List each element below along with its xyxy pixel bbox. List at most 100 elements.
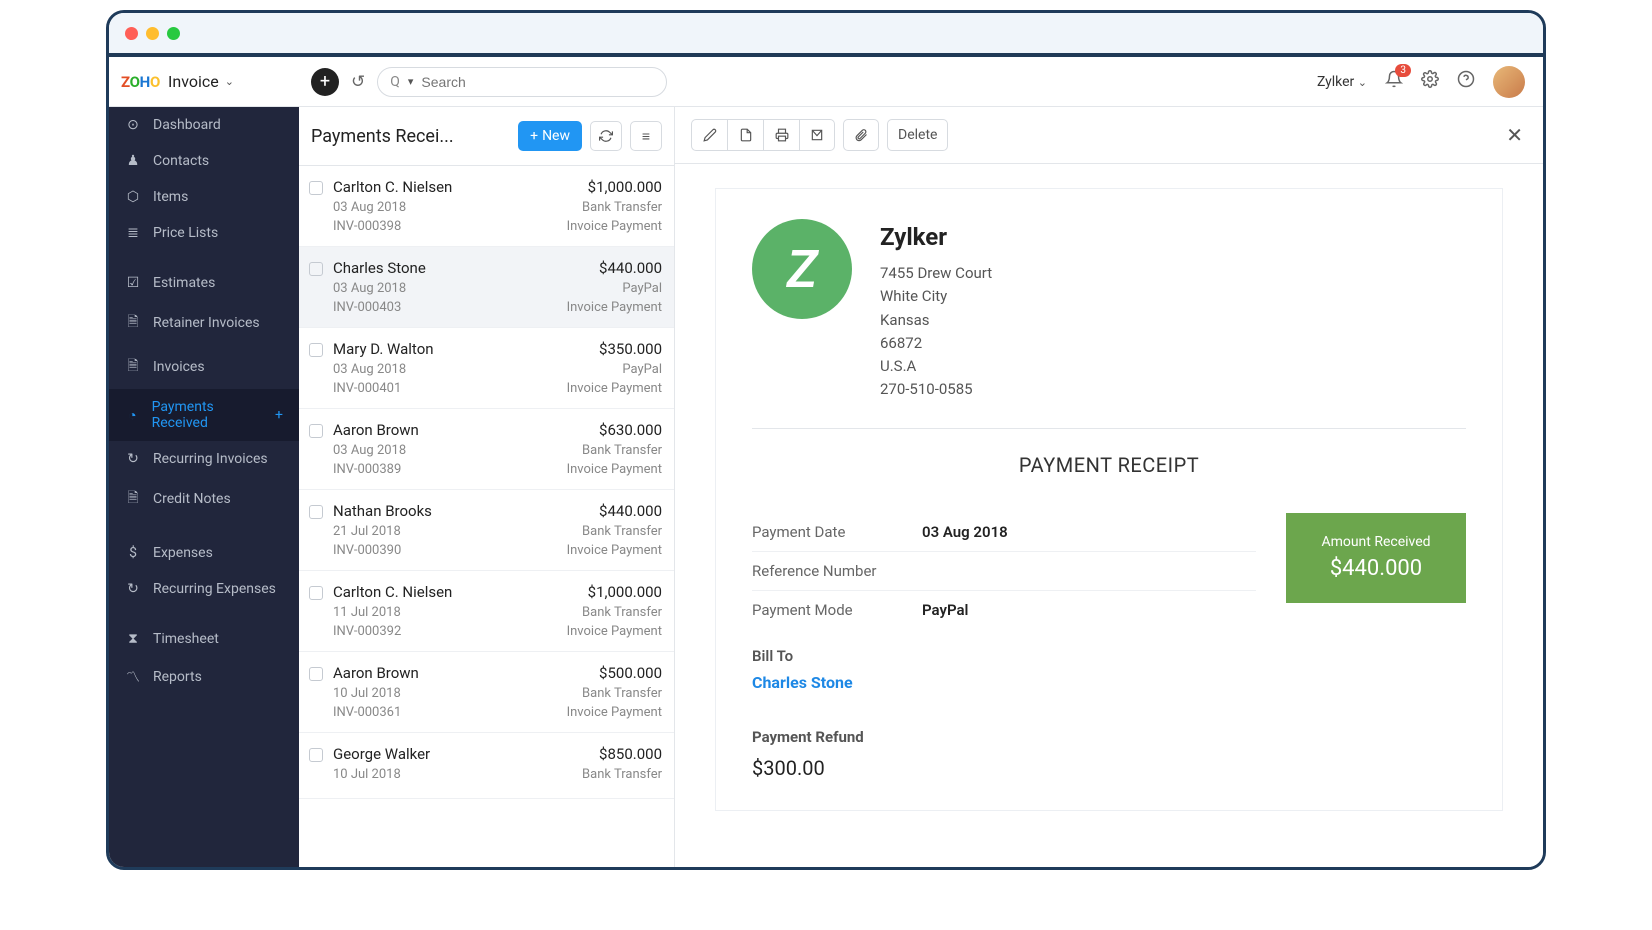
- payment-row[interactable]: Aaron Brown 03 Aug 2018 INV-000389 $630.…: [299, 409, 674, 490]
- history-icon[interactable]: ↺: [351, 72, 365, 92]
- email-button[interactable]: [799, 119, 835, 151]
- payment-row[interactable]: Carlton C. Nielsen 03 Aug 2018 INV-00039…: [299, 166, 674, 247]
- checkbox[interactable]: [309, 505, 323, 519]
- sidebar-item-label: Invoices: [153, 359, 205, 375]
- payment-type: Invoice Payment: [567, 462, 662, 477]
- payment-row[interactable]: Mary D. Walton 03 Aug 2018 INV-000401 $3…: [299, 328, 674, 409]
- sidebar-item-invoices[interactable]: 🗎Invoices: [109, 345, 299, 389]
- payment-customer-name: Carlton C. Nielsen: [333, 583, 557, 601]
- payment-mode: PayPal: [567, 362, 662, 377]
- org-switcher[interactable]: Zylker ⌄: [1317, 74, 1367, 90]
- list-body[interactable]: Carlton C. Nielsen 03 Aug 2018 INV-00039…: [299, 166, 674, 867]
- app-switcher[interactable]: ZOHO Invoice ⌄: [109, 72, 299, 91]
- payment-mode: Bank Transfer: [582, 767, 662, 782]
- add-new-button[interactable]: +: [311, 68, 339, 96]
- sidebar-item-expenses[interactable]: $Expenses: [109, 535, 299, 571]
- print-button[interactable]: [763, 119, 799, 151]
- bill-to-label: Bill To: [752, 647, 1256, 665]
- sidebar-icon: 🗎: [125, 311, 141, 335]
- list-menu-button[interactable]: ≡: [630, 121, 662, 151]
- sidebar-item-label: Timesheet: [153, 631, 219, 647]
- sidebar-item-retainer-invoices[interactable]: 🗎Retainer Invoices: [109, 301, 299, 345]
- search-box[interactable]: Q ▾: [377, 67, 667, 97]
- close-detail-button[interactable]: ✕: [1502, 119, 1527, 151]
- sidebar-item-items[interactable]: ⬡Items: [109, 179, 299, 215]
- payment-row[interactable]: Carlton C. Nielsen 11 Jul 2018 INV-00039…: [299, 571, 674, 652]
- checkbox[interactable]: [309, 262, 323, 276]
- checkbox[interactable]: [309, 343, 323, 357]
- detail-toolbar: Delete ✕: [675, 107, 1543, 164]
- topbar-center: + ↺ Q ▾: [299, 67, 1299, 97]
- edit-button[interactable]: [691, 119, 727, 151]
- sidebar-item-label: Credit Notes: [153, 491, 231, 507]
- notifications-button[interactable]: 3: [1385, 70, 1403, 93]
- payment-invoice-number: INV-000390: [333, 543, 557, 558]
- sidebar-icon: ≣: [125, 225, 141, 241]
- payment-customer-name: Nathan Brooks: [333, 502, 557, 520]
- sidebar-item-dashboard[interactable]: ⊙Dashboard: [109, 107, 299, 143]
- payment-mode: Bank Transfer: [567, 524, 662, 539]
- user-avatar[interactable]: [1493, 66, 1525, 98]
- bill-to-section: Bill To Charles Stone: [752, 647, 1256, 692]
- plus-icon: +: [530, 128, 538, 144]
- window-minimize-dot[interactable]: [146, 27, 159, 40]
- sidebar-item-payments-received[interactable]: ◔Payments Received+: [109, 389, 299, 441]
- payment-mode: Bank Transfer: [567, 443, 662, 458]
- company-country: U.S.A: [880, 355, 992, 378]
- sidebar-item-timesheet[interactable]: ⧗Timesheet: [109, 621, 299, 657]
- payment-customer-name: Carlton C. Nielsen: [333, 178, 557, 196]
- sidebar-icon: ♟: [125, 153, 141, 169]
- sidebar-item-price-lists[interactable]: ≣Price Lists: [109, 215, 299, 251]
- payment-type: Invoice Payment: [567, 543, 662, 558]
- field-label: Payment Date: [752, 523, 922, 541]
- sidebar-icon: ↻: [125, 581, 141, 597]
- sidebar-icon: ⬡: [125, 189, 141, 205]
- sidebar-item-reports[interactable]: 〽Reports: [109, 657, 299, 697]
- payment-row[interactable]: Charles Stone 03 Aug 2018 INV-000403 $44…: [299, 247, 674, 328]
- payment-row[interactable]: Aaron Brown 10 Jul 2018 INV-000361 $500.…: [299, 652, 674, 733]
- receipt-scroll[interactable]: Z Zylker 7455 Drew Court White City Kans…: [675, 164, 1543, 867]
- checkbox[interactable]: [309, 181, 323, 195]
- help-button[interactable]: [1457, 70, 1475, 93]
- new-payment-button[interactable]: +New: [518, 121, 582, 151]
- checkbox[interactable]: [309, 667, 323, 681]
- payment-customer-name: Aaron Brown: [333, 421, 557, 439]
- checkbox[interactable]: [309, 586, 323, 600]
- zoho-logo: ZOHO: [121, 73, 160, 91]
- sidebar: ⊙Dashboard♟Contacts⬡Items≣Price Lists ☑Es…: [109, 107, 299, 867]
- pdf-button[interactable]: [727, 119, 763, 151]
- payment-amount: $350.000: [567, 340, 662, 358]
- sidebar-icon: ◔: [125, 407, 140, 424]
- sidebar-icon: ⊙: [125, 117, 141, 133]
- window-close-dot[interactable]: [125, 27, 138, 40]
- payment-mode: Bank Transfer: [567, 605, 662, 620]
- amount-box-value: $440.000: [1330, 556, 1422, 581]
- sidebar-item-credit-notes[interactable]: 🗎Credit Notes: [109, 477, 299, 521]
- window-maximize-dot[interactable]: [167, 27, 180, 40]
- checkbox[interactable]: [309, 748, 323, 762]
- payment-invoice-number: INV-000403: [333, 300, 557, 315]
- list-header: Payments Recei... +New ≡: [299, 107, 674, 166]
- settings-button[interactable]: [1421, 70, 1439, 93]
- sidebar-item-estimates[interactable]: ☑Estimates: [109, 265, 299, 301]
- bill-to-name[interactable]: Charles Stone: [752, 673, 1256, 692]
- notification-badge: 3: [1395, 64, 1411, 77]
- payment-customer-name: Charles Stone: [333, 259, 557, 277]
- plus-icon[interactable]: +: [275, 407, 283, 423]
- payment-type: Invoice Payment: [567, 705, 662, 720]
- payment-invoice-number: INV-000401: [333, 381, 557, 396]
- attach-button[interactable]: [843, 119, 879, 151]
- window-titlebar: [109, 13, 1543, 53]
- payment-row[interactable]: Nathan Brooks 21 Jul 2018 INV-000390 $44…: [299, 490, 674, 571]
- delete-button[interactable]: Delete: [887, 119, 948, 151]
- payment-customer-name: Mary D. Walton: [333, 340, 557, 358]
- payment-row[interactable]: George Walker 10 Jul 2018 $850.000 Bank …: [299, 733, 674, 799]
- sidebar-icon: 〽: [125, 667, 141, 687]
- sidebar-item-contacts[interactable]: ♟Contacts: [109, 143, 299, 179]
- payment-date: 10 Jul 2018: [333, 686, 557, 701]
- checkbox[interactable]: [309, 424, 323, 438]
- refresh-button[interactable]: [590, 121, 622, 151]
- sidebar-item-recurring-invoices[interactable]: ↻Recurring Invoices: [109, 441, 299, 477]
- sidebar-item-recurring-expenses[interactable]: ↻Recurring Expenses: [109, 571, 299, 607]
- search-input[interactable]: [421, 74, 654, 90]
